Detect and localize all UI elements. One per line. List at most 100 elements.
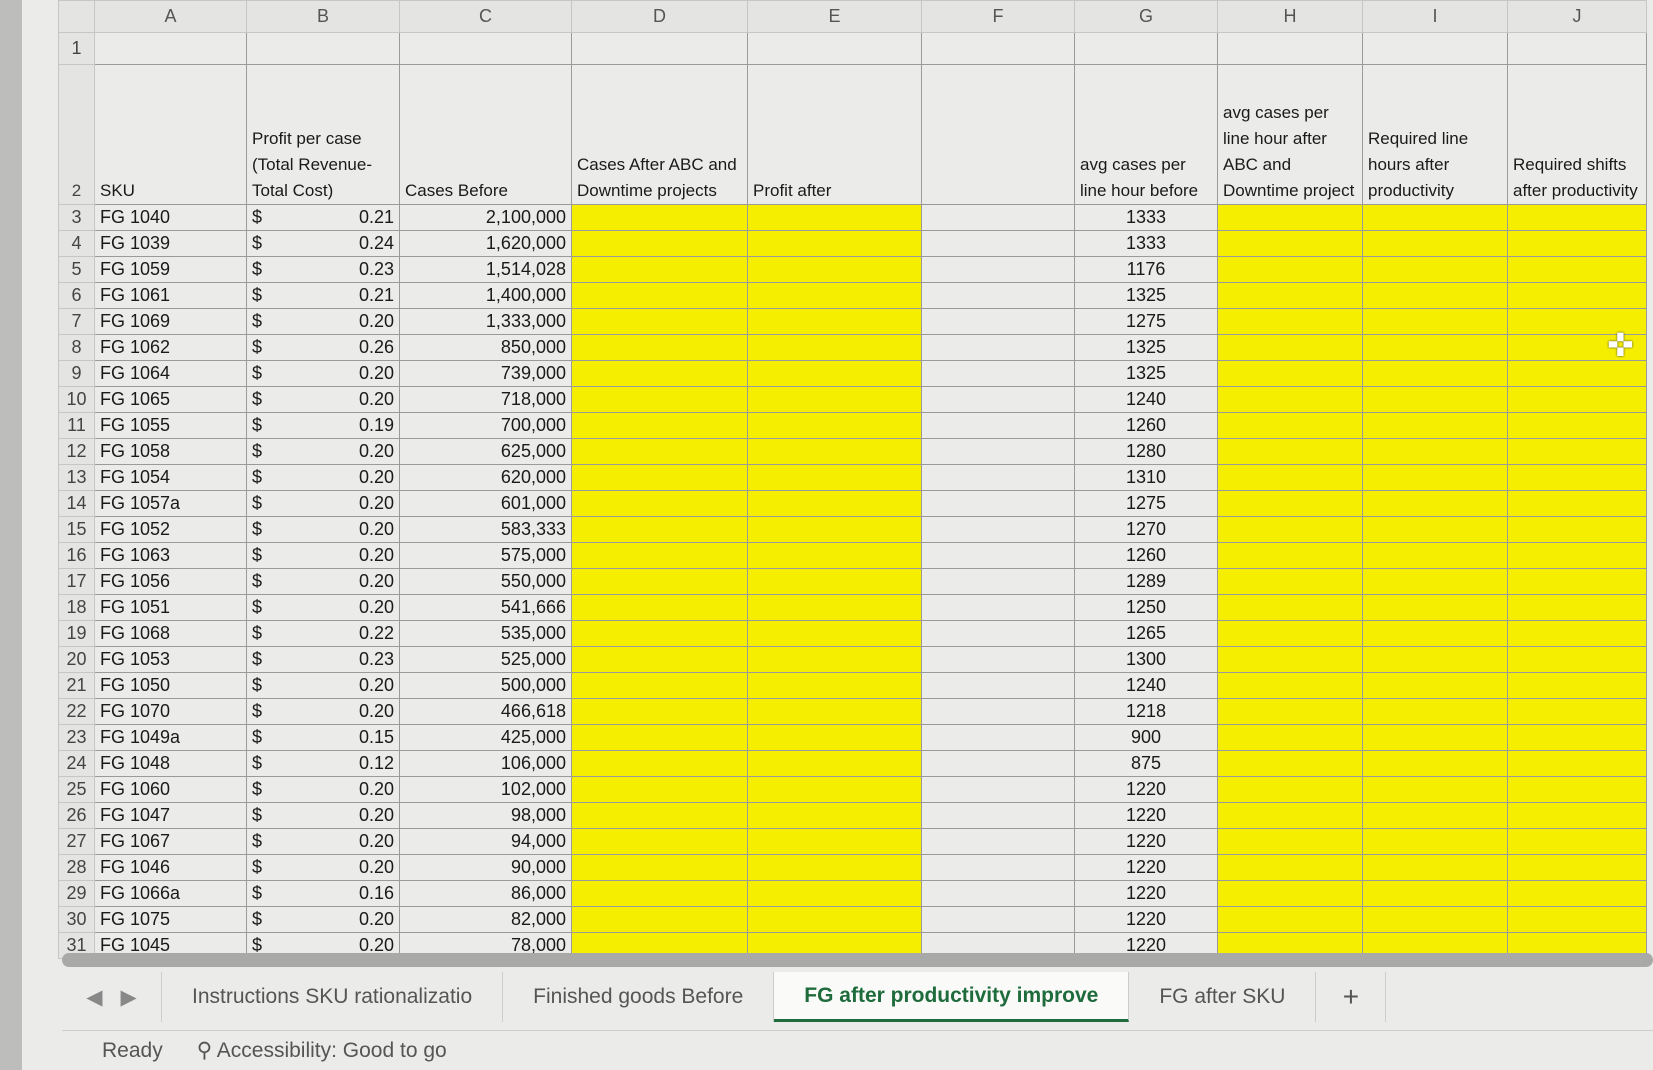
blank-cell[interactable] <box>922 283 1075 309</box>
avg-after-cell[interactable] <box>1218 283 1363 309</box>
avg-after-cell[interactable] <box>1218 491 1363 517</box>
avg-before-cell[interactable]: 1220 <box>1075 777 1218 803</box>
profit-after-cell[interactable] <box>748 803 922 829</box>
sku-cell[interactable]: FG 1059 <box>95 257 247 283</box>
required-shifts-cell[interactable] <box>1508 517 1647 543</box>
sku-cell[interactable]: FG 1061 <box>95 283 247 309</box>
required-shifts-cell[interactable] <box>1508 725 1647 751</box>
profit-cell[interactable]: $0.20 <box>247 387 400 413</box>
required-hours-cell[interactable] <box>1363 647 1508 673</box>
row-header[interactable]: 14 <box>59 491 95 517</box>
cases-after-cell[interactable] <box>572 829 748 855</box>
row-header[interactable]: 15 <box>59 517 95 543</box>
profit-after-cell[interactable] <box>748 413 922 439</box>
required-hours-cell[interactable] <box>1363 543 1508 569</box>
avg-after-cell[interactable] <box>1218 517 1363 543</box>
blank-cell[interactable] <box>922 803 1075 829</box>
avg-after-cell[interactable] <box>1218 361 1363 387</box>
required-hours-cell[interactable] <box>1363 491 1508 517</box>
profit-cell[interactable]: $0.24 <box>247 231 400 257</box>
avg-after-cell[interactable] <box>1218 231 1363 257</box>
cases-after-cell[interactable] <box>572 283 748 309</box>
cases-after-cell[interactable] <box>572 569 748 595</box>
row-header[interactable]: 30 <box>59 907 95 933</box>
avg-before-cell[interactable]: 1325 <box>1075 335 1218 361</box>
cases-after-cell[interactable] <box>572 907 748 933</box>
row-header[interactable]: 24 <box>59 751 95 777</box>
blank-cell[interactable] <box>922 647 1075 673</box>
required-hours-cell[interactable] <box>1363 803 1508 829</box>
avg-before-cell[interactable]: 1310 <box>1075 465 1218 491</box>
sku-cell[interactable]: FG 1052 <box>95 517 247 543</box>
row-header[interactable]: 2 <box>59 65 95 205</box>
blank-cell[interactable] <box>922 907 1075 933</box>
row-header[interactable]: 4 <box>59 231 95 257</box>
avg-before-cell[interactable]: 1325 <box>1075 283 1218 309</box>
row-header[interactable]: 9 <box>59 361 95 387</box>
profit-cell[interactable]: $0.16 <box>247 881 400 907</box>
row-header[interactable]: 1 <box>59 33 95 65</box>
avg-before-cell[interactable]: 1220 <box>1075 803 1218 829</box>
column-header-b[interactable]: B <box>247 1 400 33</box>
required-shifts-cell[interactable] <box>1508 699 1647 725</box>
avg-before-cell[interactable]: 1220 <box>1075 855 1218 881</box>
required-shifts-cell[interactable] <box>1508 569 1647 595</box>
cases-before-cell[interactable]: 86,000 <box>400 881 572 907</box>
required-shifts-cell[interactable] <box>1508 439 1647 465</box>
row-header[interactable]: 23 <box>59 725 95 751</box>
sku-cell[interactable]: FG 1057a <box>95 491 247 517</box>
tab-nav[interactable]: ◀▶ <box>62 972 162 1022</box>
row-header[interactable]: 6 <box>59 283 95 309</box>
blank-cell[interactable] <box>922 543 1075 569</box>
required-shifts-cell[interactable] <box>1508 621 1647 647</box>
blank-cell[interactable] <box>922 309 1075 335</box>
sku-cell[interactable]: FG 1040 <box>95 205 247 231</box>
cases-after-cell[interactable] <box>572 205 748 231</box>
required-hours-cell[interactable] <box>1363 829 1508 855</box>
row-header[interactable]: 19 <box>59 621 95 647</box>
tab-fg-after-productivity[interactable]: FG after productivity improve <box>774 972 1129 1022</box>
avg-before-cell[interactable]: 1220 <box>1075 829 1218 855</box>
profit-after-cell[interactable] <box>748 361 922 387</box>
avg-before-cell[interactable]: 1176 <box>1075 257 1218 283</box>
cases-after-cell[interactable] <box>572 231 748 257</box>
profit-cell[interactable]: $0.20 <box>247 569 400 595</box>
profit-after-cell[interactable] <box>748 647 922 673</box>
prev-sheet-icon[interactable]: ◀ <box>86 985 102 1010</box>
cases-after-cell[interactable] <box>572 491 748 517</box>
profit-cell[interactable]: $0.20 <box>247 491 400 517</box>
header-profit-after[interactable]: Profit after <box>748 65 922 205</box>
avg-before-cell[interactable]: 1275 <box>1075 491 1218 517</box>
required-hours-cell[interactable] <box>1363 283 1508 309</box>
cases-before-cell[interactable]: 1,620,000 <box>400 231 572 257</box>
column-header-j[interactable]: J <box>1508 1 1647 33</box>
profit-after-cell[interactable] <box>748 699 922 725</box>
avg-after-cell[interactable] <box>1218 387 1363 413</box>
cases-before-cell[interactable]: 550,000 <box>400 569 572 595</box>
cases-before-cell[interactable]: 94,000 <box>400 829 572 855</box>
required-hours-cell[interactable] <box>1363 517 1508 543</box>
avg-before-cell[interactable]: 875 <box>1075 751 1218 777</box>
avg-before-cell[interactable]: 900 <box>1075 725 1218 751</box>
required-hours-cell[interactable] <box>1363 907 1508 933</box>
cases-before-cell[interactable]: 102,000 <box>400 777 572 803</box>
blank-cell[interactable] <box>922 595 1075 621</box>
cases-before-cell[interactable]: 106,000 <box>400 751 572 777</box>
profit-cell[interactable]: $0.12 <box>247 751 400 777</box>
required-shifts-cell[interactable] <box>1508 673 1647 699</box>
required-hours-cell[interactable] <box>1363 335 1508 361</box>
blank-cell[interactable] <box>922 257 1075 283</box>
required-hours-cell[interactable] <box>1363 257 1508 283</box>
profit-cell[interactable]: $0.23 <box>247 257 400 283</box>
avg-after-cell[interactable] <box>1218 907 1363 933</box>
accessibility-status[interactable]: ⚲ Accessibility: Good to go <box>197 1038 447 1063</box>
blank-cell[interactable] <box>922 231 1075 257</box>
profit-after-cell[interactable] <box>748 907 922 933</box>
required-hours-cell[interactable] <box>1363 621 1508 647</box>
sku-cell[interactable]: FG 1064 <box>95 361 247 387</box>
cases-after-cell[interactable] <box>572 335 748 361</box>
blank-cell[interactable] <box>922 829 1075 855</box>
profit-after-cell[interactable] <box>748 543 922 569</box>
profit-after-cell[interactable] <box>748 335 922 361</box>
required-hours-cell[interactable] <box>1363 231 1508 257</box>
